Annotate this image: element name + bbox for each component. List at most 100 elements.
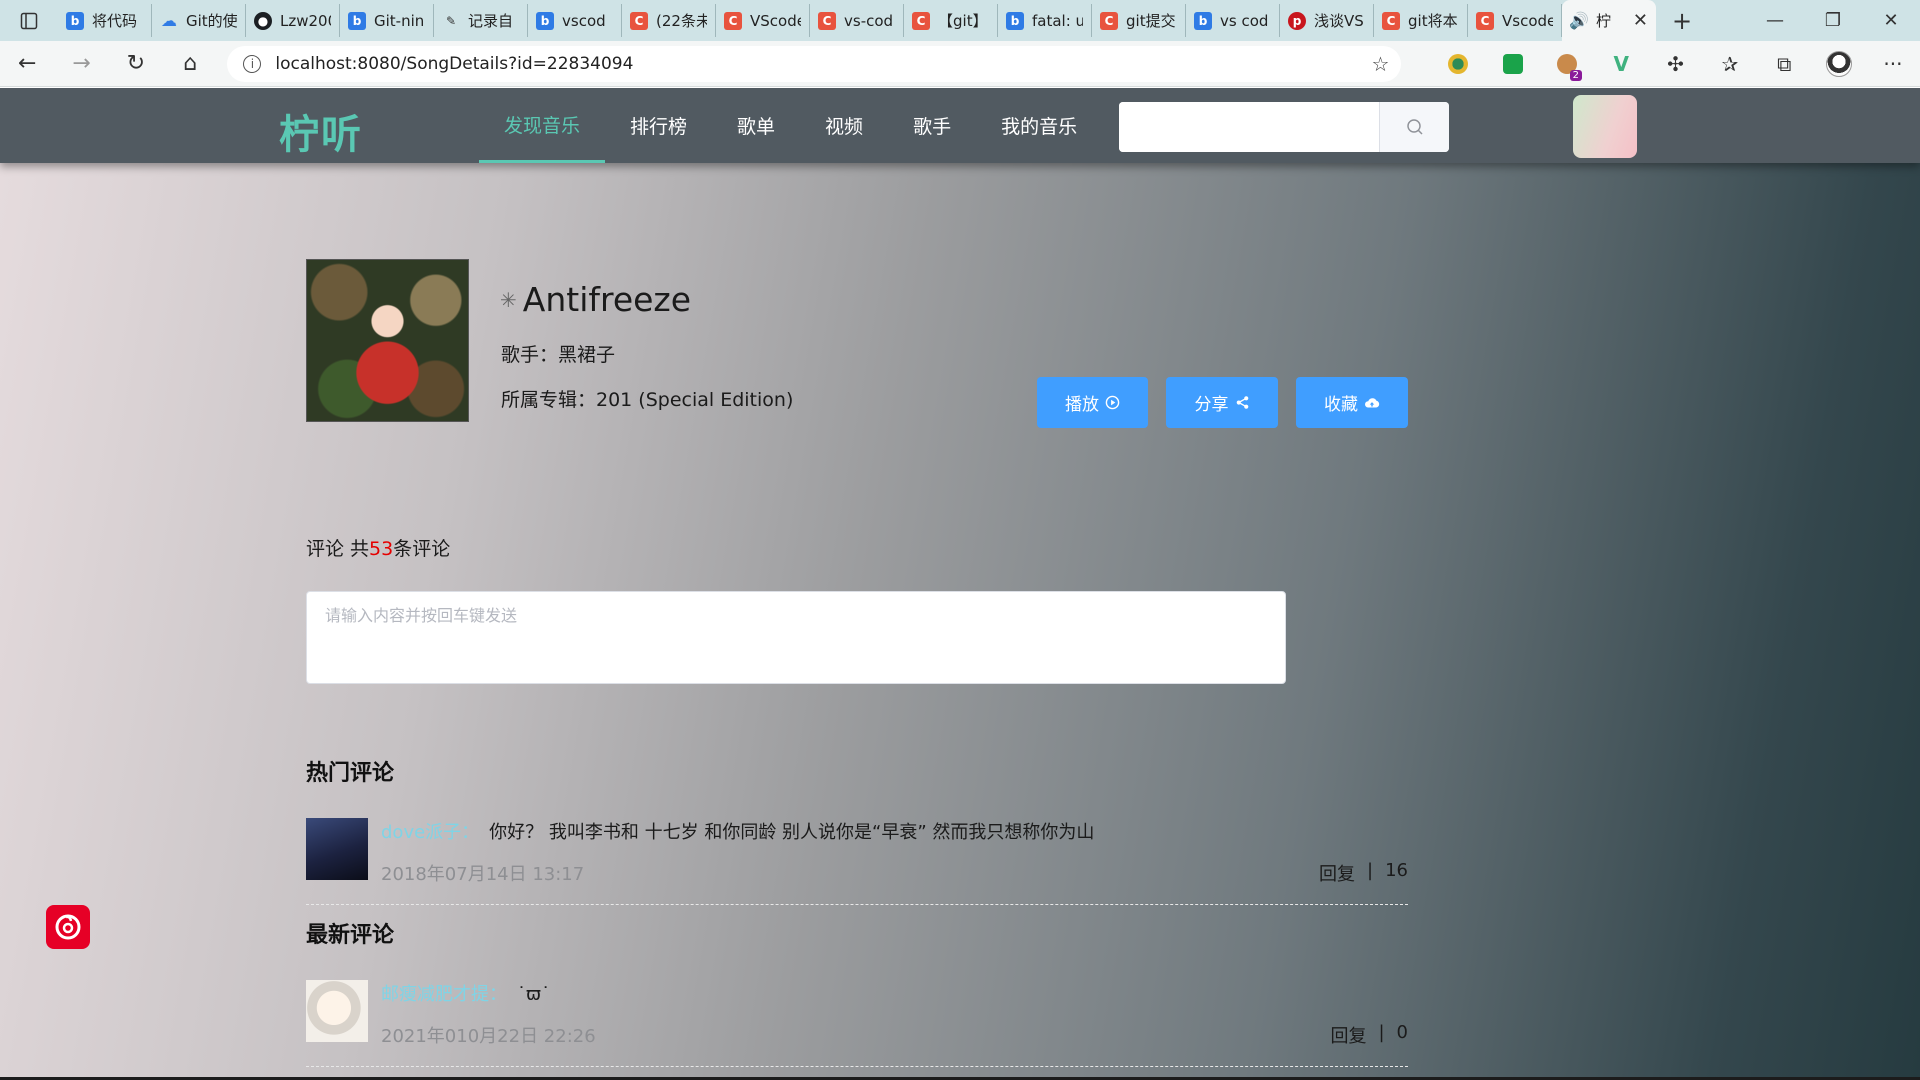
csdn-c: C bbox=[724, 11, 742, 30]
nav-item[interactable]: 歌手 bbox=[888, 88, 976, 163]
browser-tab[interactable]: b Git-nin bbox=[340, 4, 434, 37]
comment-count-number: 53 bbox=[369, 538, 394, 560]
extension-globe-icon[interactable] bbox=[1431, 41, 1485, 87]
add-favorite-icon[interactable]: ☆ bbox=[1371, 52, 1389, 76]
comment-count-prefix: 评论 共 bbox=[306, 538, 370, 560]
latest-comments-title: 最新评论 bbox=[306, 923, 395, 948]
search-button[interactable] bbox=[1379, 102, 1449, 152]
site-nav: 发现音乐 排行榜 歌单 视频 歌手 我的音乐 bbox=[479, 88, 1102, 163]
minimize-icon[interactable]: — bbox=[1746, 0, 1804, 41]
comment-username[interactable]: dove派子： bbox=[381, 822, 479, 843]
more-menu-icon[interactable]: ··· bbox=[1866, 41, 1920, 87]
nav-item[interactable]: 发现音乐 bbox=[479, 88, 606, 163]
close-window-icon[interactable]: ✕ bbox=[1862, 0, 1920, 41]
comment-input[interactable] bbox=[306, 591, 1286, 684]
browser-tab[interactable]: Cgit提交 bbox=[1092, 4, 1186, 37]
bing-b: b bbox=[66, 11, 84, 30]
site-header: 柠听 发现音乐 排行榜 歌单 视频 歌手 我的音乐 bbox=[0, 88, 1920, 163]
tab-label: Git-nin bbox=[374, 11, 425, 30]
close-tab-icon[interactable]: ✕ bbox=[1633, 10, 1648, 31]
collections-icon[interactable]: ⧉ bbox=[1757, 41, 1811, 87]
hot-comments-title: 热门评论 bbox=[306, 761, 395, 786]
tab-label: 【git】 bbox=[938, 12, 988, 30]
extension-vue-icon[interactable]: V bbox=[1594, 41, 1648, 87]
browser-tab[interactable]: ● Lzw200 bbox=[246, 4, 340, 37]
like-count[interactable]: 0 bbox=[1397, 1022, 1408, 1048]
refresh-icon[interactable]: ↻ bbox=[109, 41, 163, 87]
browser-tab[interactable]: ☁ Git的使 bbox=[152, 4, 246, 37]
extensions-icon[interactable]: ✣ bbox=[1648, 41, 1702, 87]
comment-user[interactable]: dove派子： 你好？ 我叫李书和 十七岁 和你同龄 别人说你是“早衰” 然而我只… bbox=[381, 818, 1094, 844]
browser-tab[interactable]: b vs cod bbox=[1186, 4, 1280, 37]
comment-count-suffix: 条评论 bbox=[393, 538, 451, 560]
netease-music-icon[interactable] bbox=[46, 905, 90, 949]
back-icon[interactable]: ← bbox=[0, 41, 54, 87]
browser-tab[interactable]: ✎ 记录自 bbox=[434, 4, 528, 37]
play-label: 播放 bbox=[1065, 395, 1099, 415]
extension-cookie-icon[interactable]: 2 bbox=[1540, 41, 1594, 87]
tab-active[interactable]: 🔊 柠 ✕ bbox=[1562, 0, 1656, 41]
browser-tab[interactable]: Cvs-cod bbox=[810, 4, 904, 37]
bing-b: b bbox=[536, 11, 554, 30]
comment-time: 2021年010月22日 22:26 bbox=[381, 1026, 596, 1047]
play-button[interactable]: 播放 bbox=[1037, 377, 1148, 428]
search-input[interactable] bbox=[1119, 102, 1379, 152]
nav-item[interactable]: 歌单 bbox=[712, 88, 800, 163]
browser-tab[interactable]: p 浅谈VS bbox=[1280, 4, 1374, 37]
site-info-icon[interactable]: i bbox=[243, 54, 262, 73]
tab-label: 将代码 bbox=[92, 12, 138, 30]
collect-button[interactable]: 收藏 bbox=[1296, 377, 1408, 428]
forward-icon[interactable]: → bbox=[54, 41, 108, 87]
loading-icon: ✳ bbox=[500, 287, 517, 312]
nav-item[interactable]: 视频 bbox=[800, 88, 888, 163]
separator: | bbox=[1378, 1022, 1385, 1043]
tab-actions-icon[interactable] bbox=[0, 0, 58, 41]
user-avatar[interactable] bbox=[1573, 95, 1637, 158]
speaker-icon[interactable]: 🔊 bbox=[1569, 11, 1589, 30]
commenter-avatar[interactable] bbox=[306, 980, 368, 1042]
home-icon[interactable]: ⌂ bbox=[163, 41, 217, 87]
browser-tab[interactable]: b 将代码 bbox=[58, 4, 152, 37]
song-singer: 歌手：黑裙子 bbox=[501, 344, 616, 366]
tab-label: git提交 bbox=[1126, 12, 1176, 30]
tab-label: vs-cod bbox=[844, 11, 894, 30]
play-circle-icon bbox=[1105, 395, 1120, 410]
share-button[interactable]: 分享 bbox=[1166, 377, 1278, 428]
comment-username[interactable]: 邮瘦减肥才提： bbox=[381, 984, 507, 1005]
browser-tab[interactable]: C Vscode bbox=[1468, 4, 1562, 37]
address-bar[interactable]: i localhost:8080/SongDetails?id=22834094… bbox=[227, 45, 1402, 82]
browser-tab[interactable]: C (22条未 bbox=[622, 4, 716, 37]
commenter-avatar[interactable] bbox=[306, 818, 368, 880]
browser-toolbar: ← → ↻ ⌂ i localhost:8080/SongDetails?id=… bbox=[0, 41, 1920, 87]
like-count[interactable]: 16 bbox=[1385, 860, 1408, 886]
profile-icon[interactable] bbox=[1811, 41, 1865, 87]
comment-user[interactable]: 邮瘦减肥才提： ˙ϖ˙ bbox=[381, 980, 550, 1006]
csdn-c: C bbox=[912, 11, 930, 30]
site-logo[interactable]: 柠听 bbox=[279, 102, 363, 160]
feather-icon: ✎ bbox=[445, 13, 457, 28]
tab-label: 浅谈VS bbox=[1314, 12, 1364, 30]
collect-label: 收藏 bbox=[1324, 395, 1358, 415]
tab-label: (22条未 bbox=[656, 12, 707, 30]
browser-tab[interactable]: Cgit将本 bbox=[1374, 4, 1468, 37]
browser-tab[interactable]: C 【git】 bbox=[904, 4, 998, 37]
browser-tab[interactable]: b vscod bbox=[528, 4, 622, 37]
share-icon bbox=[1236, 396, 1248, 409]
reply-button[interactable]: 回复 bbox=[1319, 860, 1355, 886]
csdn-c: C bbox=[1476, 11, 1494, 30]
extension-shield-icon[interactable] bbox=[1485, 41, 1539, 87]
latest-comment-item: 邮瘦减肥才提： ˙ϖ˙ 2021年010月22日 22:26 回复 | 0 bbox=[306, 977, 1408, 1067]
separator: | bbox=[1367, 860, 1374, 881]
browser-tab[interactable]: C VScode bbox=[716, 4, 810, 37]
tab-label: Lzw200 bbox=[280, 11, 331, 30]
nav-item[interactable]: 我的音乐 bbox=[976, 88, 1102, 163]
restore-icon[interactable]: ❐ bbox=[1804, 0, 1862, 41]
csdn-c: C bbox=[1382, 11, 1400, 30]
reply-button[interactable]: 回复 bbox=[1330, 1022, 1366, 1048]
browser-tab[interactable]: b fatal: u bbox=[998, 4, 1092, 37]
nav-item[interactable]: 排行榜 bbox=[605, 88, 712, 163]
cloud-icon: ☁ bbox=[161, 11, 177, 30]
favorites-icon[interactable]: ✰ bbox=[1703, 41, 1757, 87]
csdn-c: C bbox=[818, 11, 836, 30]
new-tab-button[interactable]: + bbox=[1662, 4, 1702, 37]
